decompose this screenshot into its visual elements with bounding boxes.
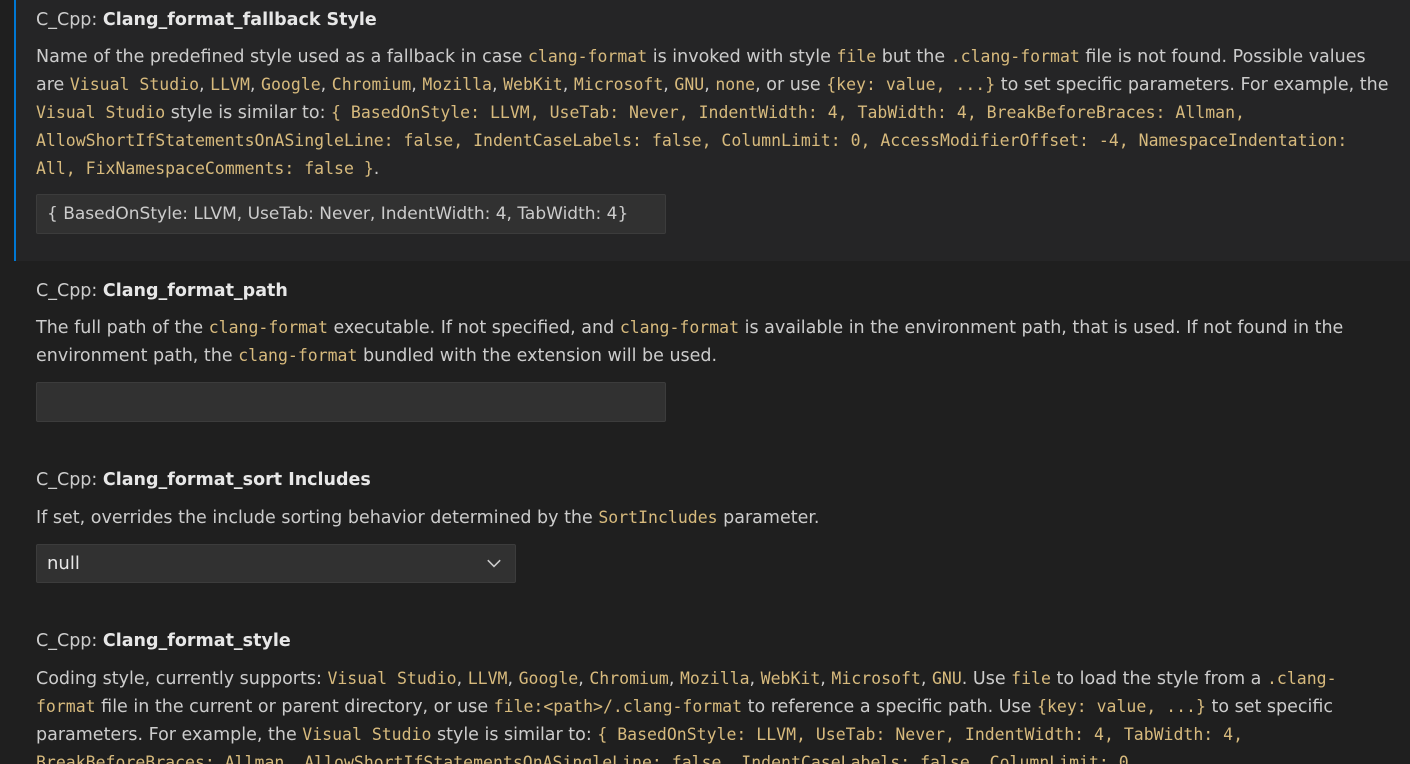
description-text: ,	[920, 669, 932, 689]
inline-code: Google	[261, 75, 321, 94]
inline-code: Visual Studio	[302, 725, 432, 744]
inline-code: Visual Studio	[69, 75, 200, 94]
description-text: parameter.	[717, 508, 820, 528]
description-text: ,	[456, 669, 468, 689]
inline-code: SortIncludes	[598, 508, 718, 527]
description-text: to set specific parameters. For example,…	[995, 75, 1389, 95]
description-text: to load the style from a	[1050, 669, 1267, 689]
description-text: ,	[820, 669, 832, 689]
description-text: , or use	[755, 75, 827, 95]
setting-clang-format-style: C_Cpp: Clang_format_style Coding style, …	[14, 612, 1410, 764]
description-text: ,	[668, 669, 680, 689]
setting-title: C_Cpp: Clang_format_style	[36, 631, 291, 651]
inline-code: {key: value, ...}	[1037, 697, 1206, 716]
description-text: file in the current or parent directory,…	[95, 697, 494, 717]
description-text: ,	[507, 669, 519, 689]
setting-category: C_Cpp:	[36, 281, 103, 301]
setting-name: Clang_format_style	[102, 631, 291, 651]
clang-format-path-input[interactable]	[36, 382, 666, 422]
description-text: Name of the predefined style used as a f…	[36, 47, 528, 67]
inline-code: Mozilla	[679, 669, 750, 688]
description-text: ,	[562, 75, 574, 95]
setting-description: Coding style, currently supports: Visual…	[36, 665, 1396, 764]
description-text: ,	[704, 75, 716, 95]
setting-category: C_Cpp:	[36, 470, 103, 490]
setting-name: Clang_format_sort Includes	[102, 470, 371, 490]
inline-code: Mozilla	[422, 75, 492, 94]
inline-code: file:<path>/.clang-format	[493, 697, 743, 716]
setting-category: C_Cpp:	[36, 10, 103, 30]
inline-code: file	[1011, 669, 1051, 688]
description-text: ,	[320, 75, 332, 95]
inline-code: LLVM	[210, 75, 250, 94]
inline-code: Microsoft	[831, 669, 921, 688]
setting-clang-format-path: C_Cpp: Clang_format_path The full path o…	[14, 261, 1410, 443]
inline-code: Visual Studio	[327, 669, 457, 688]
setting-name: Clang_format_path	[102, 281, 288, 301]
description-text: ,	[199, 75, 211, 95]
inline-code: .clang-format	[950, 47, 1080, 66]
inline-code: clang-format	[238, 346, 358, 365]
inline-code: Chromium	[589, 669, 669, 688]
description-text: but the	[876, 47, 951, 67]
inline-code: {key: value, ...}	[826, 75, 996, 94]
description-text: . Use	[961, 669, 1012, 689]
inline-code: GNU	[931, 669, 962, 688]
setting-title: C_Cpp: Clang_format_sort Includes	[36, 470, 371, 490]
description-text: ,	[578, 669, 590, 689]
inline-code: Google	[518, 669, 579, 688]
description-text: If set, overrides the include sorting be…	[36, 508, 599, 528]
setting-clang-format-fallback-style: C_Cpp: Clang_format_fallback Style Name …	[14, 0, 1410, 261]
description-text: The full path of the	[36, 318, 209, 338]
inline-code: none	[715, 75, 756, 94]
setting-title: C_Cpp: Clang_format_path	[36, 281, 288, 301]
inline-code: Chromium	[331, 75, 412, 94]
inline-code: Visual Studio	[36, 103, 166, 122]
description-text: Coding style, currently supports:	[36, 669, 328, 689]
description-text: ,	[249, 75, 262, 95]
setting-description: Name of the predefined style used as a f…	[36, 43, 1396, 183]
description-text: to reference a specific path. Use	[742, 697, 1038, 717]
description-text: is invoked with style	[647, 47, 837, 67]
setting-clang-format-sort-includes: C_Cpp: Clang_format_sort Includes If set…	[14, 450, 1410, 600]
setting-title: C_Cpp: Clang_format_fallback Style	[36, 10, 377, 30]
description-text: ,	[411, 75, 423, 95]
inline-code: LLVM	[467, 669, 508, 688]
description-text: .	[373, 159, 380, 179]
inline-code: file	[836, 47, 877, 66]
description-text: style is similar to:	[165, 103, 332, 123]
chevron-down-icon	[487, 559, 501, 568]
description-text: ,	[749, 669, 761, 689]
description-text: executable. If not specified, and	[327, 318, 620, 338]
inline-code: clang-format	[619, 318, 740, 337]
inline-code: Microsoft	[573, 75, 664, 94]
description-text: bundled with the extension will be used.	[357, 346, 718, 366]
inline-code: clang-format	[527, 47, 648, 66]
setting-description: The full path of the clang-format execut…	[36, 314, 1396, 370]
fallback-style-input[interactable]	[36, 194, 666, 234]
dropdown-value: null	[47, 553, 80, 574]
description-text: ,	[491, 75, 504, 95]
inline-code: clang-format	[208, 318, 328, 337]
setting-name: Clang_format_fallback Style	[102, 10, 377, 30]
setting-category: C_Cpp:	[36, 631, 103, 651]
inline-code: WebKit	[503, 75, 563, 94]
sort-includes-dropdown[interactable]: null	[36, 544, 516, 583]
description-text: style is similar to:	[431, 725, 598, 745]
inline-code: WebKit	[760, 669, 821, 688]
inline-code: GNU	[674, 75, 705, 94]
setting-description: If set, overrides the include sorting be…	[36, 504, 1396, 532]
description-text: ,	[663, 75, 675, 95]
